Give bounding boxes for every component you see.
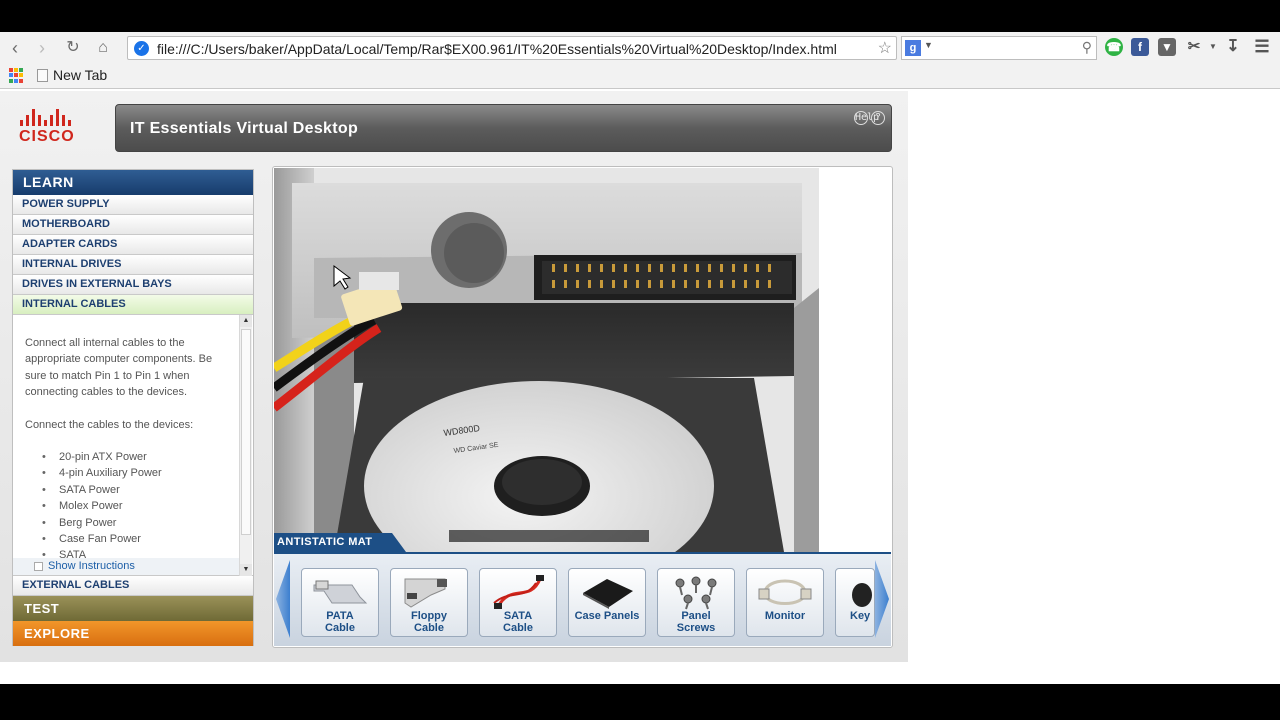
scrollbar-thumb[interactable] (241, 329, 251, 535)
list-item: Case Fan Power (25, 531, 235, 548)
menu-item-motherboard[interactable]: MOTHERBOARD (13, 215, 253, 235)
bookmark-new-tab[interactable]: New Tab (37, 67, 107, 83)
computer-case-scene[interactable]: WD800D WD Caviar SE (274, 168, 891, 552)
page-info-icon[interactable]: ✓ (134, 41, 149, 56)
menu-item-adapter-cards[interactable]: ADAPTER CARDS (13, 235, 253, 255)
search-engine-dropdown-icon[interactable]: ▼ (924, 40, 933, 50)
cisco-logo: CISCO (19, 108, 91, 148)
list-item: SATA Power (25, 482, 235, 499)
extension-icon[interactable]: ▼ (1158, 38, 1176, 56)
instructions-panel: Connect all internal cables to the appro… (13, 315, 253, 576)
case-panels-icon (583, 579, 633, 609)
list-item: 4-pin Auxiliary Power (25, 465, 235, 482)
tile-label: Panel (681, 610, 711, 622)
scroll-up-icon[interactable]: ▲ (240, 315, 252, 327)
part-tile-case-panels[interactable]: Case Panels (568, 568, 646, 637)
help-button[interactable]: Help? (851, 109, 885, 125)
tile-label: PATA (326, 610, 354, 622)
bookmarks-bar (0, 64, 1280, 89)
tile-label: Case Panels (574, 610, 640, 622)
explore-section-button[interactable]: EXPLORE (13, 621, 253, 646)
scissors-icon[interactable]: ✂ (1185, 38, 1203, 56)
floppy-cable-icon (404, 578, 447, 608)
home-icon[interactable]: ⌂ (92, 37, 114, 59)
instructions-scrollbar[interactable]: ▲ ▼ (239, 315, 252, 576)
forward-icon[interactable]: › (31, 37, 53, 59)
tile-label: Monitor (764, 610, 806, 622)
tile-label: Cable (414, 621, 444, 634)
screen-bottom-border (0, 684, 1280, 720)
search-icon[interactable]: ⚲ (1082, 39, 1092, 56)
show-instructions-toggle[interactable]: Show Instructions (13, 558, 239, 575)
whatsapp-icon[interactable]: ☎ (1105, 38, 1123, 56)
part-tile-pata-cable[interactable]: PATA Cable (301, 568, 379, 637)
antistatic-mat-label: ANTISTATIC MAT (274, 533, 406, 552)
tile-label: Cable (325, 621, 355, 634)
menu-item-drives-in-external-bays[interactable]: DRIVES IN EXTERNAL BAYS (13, 275, 253, 295)
download-icon[interactable]: ↧ (1224, 38, 1242, 56)
instructions-intro: Connect the cables to the devices: (25, 418, 194, 431)
facebook-icon[interactable]: f (1131, 38, 1149, 56)
tray-right-arrow-icon[interactable] (875, 560, 889, 638)
menu-item-internal-drives[interactable]: INTERNAL DRIVES (13, 255, 253, 275)
tile-label: Cable (503, 621, 533, 634)
address-url[interactable]: file:///C:/Users/baker/AppData/Local/Tem… (157, 41, 837, 57)
scroll-down-icon[interactable]: ▼ (240, 564, 252, 576)
left-menu: LEARN POWER SUPPLY MOTHERBOARD ADAPTER C… (12, 169, 254, 646)
address-bar[interactable]: ✓ file:///C:/Users/baker/AppData/Local/T… (127, 36, 897, 60)
bookmark-label[interactable]: New Tab (53, 67, 107, 83)
part-tile-sata-cable[interactable]: SATA Cable (479, 568, 557, 637)
tile-label: Screws (676, 621, 716, 634)
menu-icon[interactable]: ☰ (1253, 38, 1271, 56)
cable-list: 20-pin ATX Power 4-pin Auxiliary Power S… (25, 449, 235, 564)
keyboard-icon (852, 583, 872, 607)
list-item: Berg Power (25, 515, 235, 532)
scissors-dropdown-icon[interactable]: ▼ (1204, 38, 1222, 56)
reload-icon[interactable]: ↻ (62, 37, 84, 59)
show-instructions-label[interactable]: Show Instructions (48, 560, 135, 572)
show-instructions-checkbox[interactable] (34, 562, 43, 571)
cisco-logo-text: CISCO (19, 128, 75, 145)
learn-header[interactable]: LEARN (13, 170, 253, 195)
tile-label: SATA (503, 610, 533, 622)
list-item: 20-pin ATX Power (25, 449, 235, 466)
screen-top-border (0, 0, 1280, 32)
list-item: Molex Power (25, 498, 235, 515)
page-icon (37, 69, 48, 82)
apps-icon[interactable] (9, 68, 24, 83)
tray-left-arrow-icon[interactable] (276, 560, 290, 638)
menu-item-internal-cables[interactable]: INTERNAL CABLES (13, 295, 253, 315)
case-interior-illustration: WD800D WD Caviar SE (274, 168, 891, 552)
tile-label: Floppy (410, 610, 448, 622)
help-icon[interactable]: ? (871, 111, 885, 125)
part-tile-monitor[interactable]: Monitor (746, 568, 824, 637)
panel-screws-icon (675, 576, 717, 610)
search-box[interactable]: g ▼ ⚲ (901, 36, 1097, 60)
sata-cable-icon (493, 575, 544, 609)
search-engine-icon[interactable]: g (905, 40, 921, 56)
instructions-paragraph: Connect all internal cables to the appro… (25, 337, 213, 399)
part-tile-keyboard[interactable]: Key (835, 568, 875, 637)
back-icon[interactable]: ‹ (4, 37, 26, 59)
part-tile-floppy-cable[interactable]: Floppy Cable (390, 568, 468, 637)
monitor-icon (758, 579, 812, 605)
menu-item-power-supply[interactable]: POWER SUPPLY (13, 195, 253, 215)
app-title: IT Essentials Virtual Desktop (130, 120, 359, 137)
parts-tray: PATA Cable Floppy Cable SATA Cable Case Pan… (274, 552, 891, 646)
pata-cable-icon (313, 580, 368, 604)
menu-item-external-cables[interactable]: EXTERNAL CABLES (13, 576, 253, 596)
test-section-button[interactable]: TEST (13, 596, 253, 621)
part-tile-panel-screws[interactable]: Panel Screws (657, 568, 735, 637)
bookmark-star-icon[interactable]: ☆ (878, 38, 892, 58)
help-label[interactable]: Help (854, 111, 879, 125)
tile-label: Key (850, 610, 871, 622)
app-title-bar: IT Essentials Virtual Desktop Help? (115, 104, 892, 152)
